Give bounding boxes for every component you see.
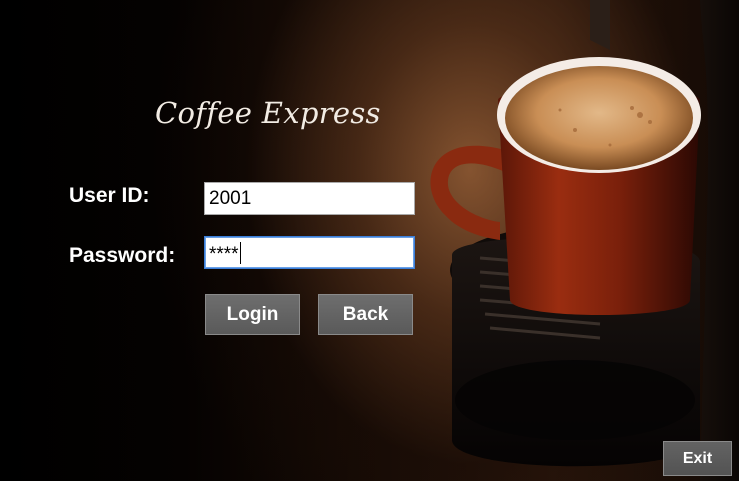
login-button[interactable]: Login xyxy=(205,294,300,335)
user-id-value: 2001 xyxy=(209,188,252,209)
back-button[interactable]: Back xyxy=(318,294,413,335)
text-caret xyxy=(239,242,241,264)
app-title: Coffee Express xyxy=(155,96,381,130)
exit-button[interactable]: Exit xyxy=(663,441,732,476)
password-value: **** xyxy=(209,244,239,265)
login-window: Coffee Express User ID: 2001 Password: *… xyxy=(0,0,739,481)
user-id-label: User ID: xyxy=(69,184,150,207)
password-input[interactable]: **** xyxy=(204,236,415,269)
user-id-input[interactable]: 2001 xyxy=(204,182,415,215)
password-label: Password: xyxy=(69,244,176,267)
